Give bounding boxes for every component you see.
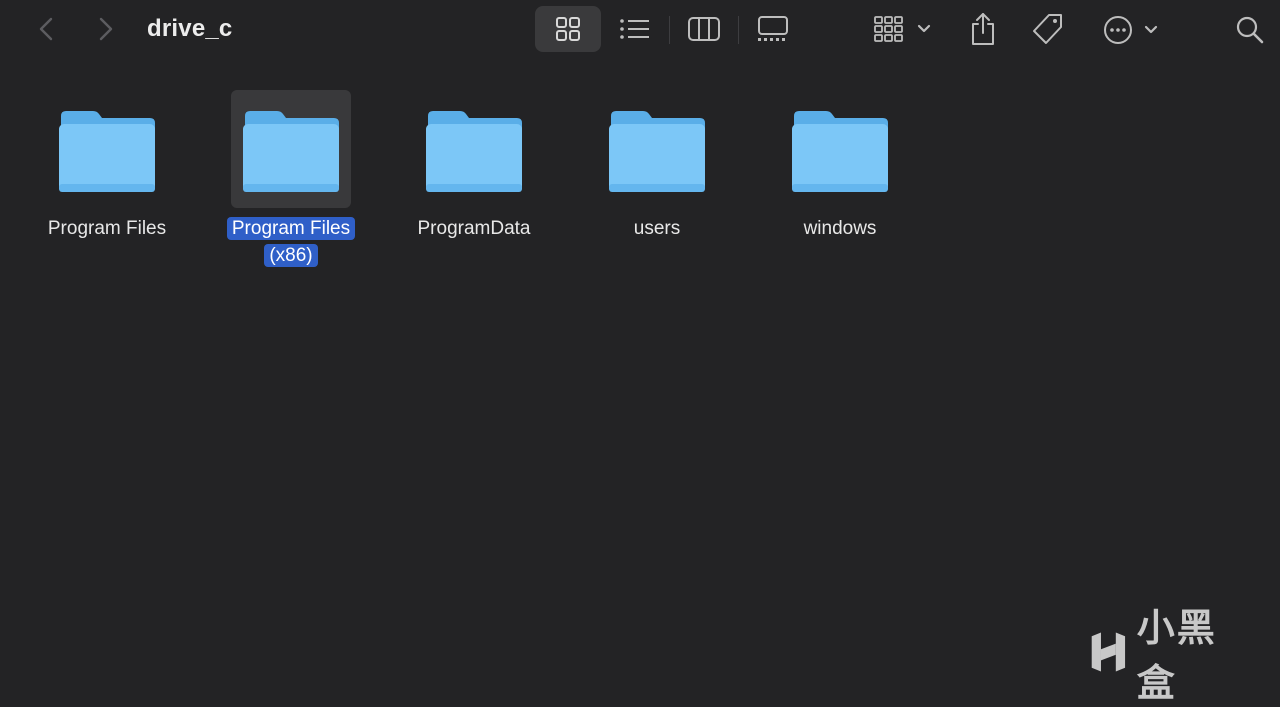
folder-icon — [59, 111, 155, 192]
toolbar-separator — [669, 16, 670, 44]
column-view-icon — [688, 17, 720, 41]
tag-button[interactable] — [1030, 12, 1066, 46]
folder-icon — [243, 111, 339, 192]
icon-view-icon — [556, 17, 580, 41]
watermark-logo-icon — [1091, 632, 1126, 672]
gallery-view-icon — [758, 16, 788, 41]
folder-thumbnail — [231, 90, 351, 208]
more-actions-button[interactable] — [1102, 14, 1162, 46]
search-icon — [1236, 16, 1264, 44]
folder-label: ProgramData — [417, 218, 531, 239]
column-view-button[interactable] — [671, 6, 737, 52]
group-by-icon — [874, 16, 931, 42]
search-button[interactable] — [1234, 14, 1266, 46]
folder-icon — [426, 111, 522, 192]
chevron-right-icon — [99, 17, 113, 41]
folder-label: windows — [803, 218, 877, 239]
watermark-text: 小黑盒 — [1136, 606, 1217, 705]
folder-thumbnail — [780, 90, 900, 208]
tag-icon — [1033, 14, 1062, 44]
folder-label: Program Files (x86) — [211, 215, 371, 269]
list-view-icon — [620, 19, 649, 39]
watermark: 小黑盒 — [1088, 606, 1248, 705]
share-button[interactable] — [968, 11, 998, 47]
gallery-view-button[interactable] — [740, 6, 806, 52]
more-icon — [1104, 16, 1158, 44]
group-by-button[interactable] — [873, 14, 935, 44]
icon-view-button[interactable] — [535, 6, 601, 52]
window-title: drive_c — [147, 15, 233, 42]
toolbar-separator — [738, 16, 739, 44]
folder-label: users — [633, 218, 681, 239]
folder-thumbnail — [414, 90, 534, 208]
folder-thumbnail — [597, 90, 717, 208]
toolbar: drive_c — [0, 0, 1280, 60]
folder-thumbnail — [47, 90, 167, 208]
chevron-left-icon — [39, 17, 53, 41]
folder-icon — [609, 111, 705, 192]
back-button[interactable] — [34, 14, 58, 44]
share-icon — [972, 13, 994, 45]
list-view-button[interactable] — [602, 6, 668, 52]
folder-icon — [792, 111, 888, 192]
forward-button[interactable] — [94, 14, 118, 44]
folder-label: Program Files — [47, 218, 167, 239]
